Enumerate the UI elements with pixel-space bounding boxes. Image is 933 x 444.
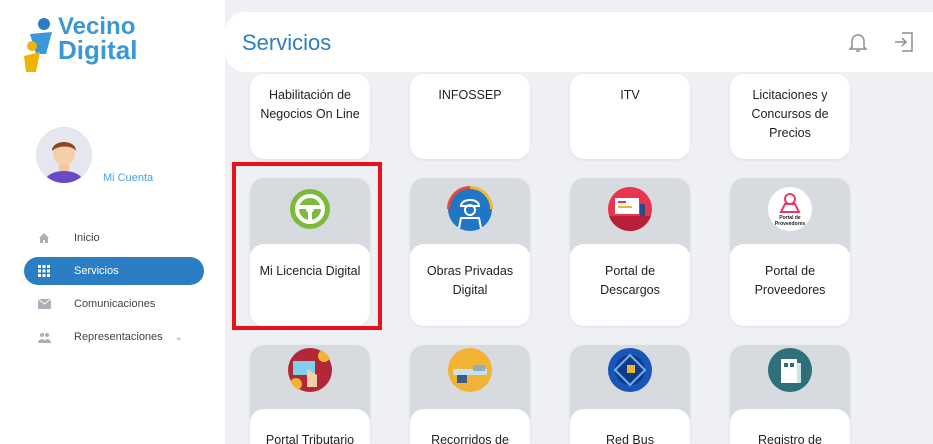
card-label-area: Obras Privadas Digital — [410, 244, 530, 326]
sidebar: Vecino Digital Mi Cuenta Inicio Servicio… — [0, 0, 225, 444]
tax-coins-icon — [288, 348, 332, 392]
service-card-habilitacion[interactable]: Habilitación de Negocios On Line — [250, 74, 370, 159]
card-label-area: Red Bus — [570, 409, 690, 444]
card-label-area: Registro de — [730, 409, 850, 444]
sidebar-item-representaciones[interactable]: Representaciones ⌄ — [24, 323, 204, 351]
service-card-label: Licitaciones y Concursos de Precios — [751, 88, 829, 140]
sidebar-item-label: Representaciones — [74, 331, 163, 343]
logo-figures-icon — [24, 18, 52, 72]
avatar[interactable] — [36, 127, 92, 183]
service-card-label: Portal de Proveedores — [754, 264, 826, 297]
user-avatar-icon — [36, 127, 92, 183]
service-card-infossep[interactable]: INFOSSEP — [410, 74, 530, 159]
worker-icon — [447, 186, 493, 231]
service-card-recorridos[interactable]: Recorridos de — [410, 345, 530, 444]
card-label-area: Portal Tributario — [250, 409, 370, 444]
svg-text:Proveedores: Proveedores — [775, 221, 806, 227]
grid-icon — [37, 264, 51, 278]
service-card-portal-proveedores[interactable]: Portal de Proveedores Portal de Proveedo… — [730, 178, 850, 326]
service-card-label: Recorridos de — [431, 433, 509, 444]
service-card-label: Obras Privadas Digital — [426, 264, 514, 297]
service-card-label: Portal de Descargos — [600, 264, 660, 297]
service-card-obras-privadas[interactable]: Obras Privadas Digital — [410, 178, 530, 326]
building-icon — [768, 348, 812, 392]
sidebar-item-label: Servicios — [74, 265, 119, 277]
service-card-itv[interactable]: ITV — [570, 74, 690, 159]
chevron-down-icon[interactable]: ⌄ — [175, 332, 183, 343]
presentation-icon — [608, 187, 652, 232]
service-card-label: Registro de — [758, 433, 822, 444]
mi-cuenta-link[interactable]: Mi Cuenta — [103, 172, 153, 184]
red-bus-icon — [608, 348, 652, 392]
page-title: Servicios — [242, 30, 332, 55]
service-card-label: Portal Tributario — [265, 433, 355, 444]
service-card-label: Red Bus — [606, 433, 654, 444]
logout-icon[interactable] — [892, 30, 916, 54]
home-icon — [37, 231, 51, 245]
logo-text-digital: Digital — [58, 35, 138, 65]
sidebar-item-servicios[interactable]: Servicios — [24, 257, 204, 285]
card-label-area: Portal de Proveedores — [730, 244, 850, 326]
bell-icon[interactable] — [846, 30, 870, 54]
sidebar-item-comunicaciones[interactable]: Comunicaciones — [24, 290, 204, 318]
highlight-box — [232, 162, 382, 330]
card-label-area: Recorridos de — [410, 409, 530, 444]
service-card-registro[interactable]: Registro de — [730, 345, 850, 444]
sidebar-item-inicio[interactable]: Inicio — [24, 224, 204, 252]
service-card-label: INFOSSEP — [438, 88, 502, 102]
service-card-licitaciones[interactable]: Licitaciones y Concursos de Precios — [730, 74, 850, 159]
card-image — [410, 178, 530, 253]
mail-icon — [37, 297, 51, 311]
service-card-red-bus[interactable]: Red Bus — [570, 345, 690, 444]
sidebar-item-label: Comunicaciones — [74, 298, 156, 310]
bus-route-icon — [448, 348, 492, 392]
card-image: Portal de Proveedores — [730, 178, 850, 253]
card-image — [570, 178, 690, 253]
people-icon — [37, 330, 51, 344]
service-card-label: Habilitación de Negocios On Line — [260, 88, 360, 121]
service-card-label: ITV — [620, 88, 640, 102]
card-label-area: Portal de Descargos — [570, 244, 690, 326]
sidebar-item-label: Inicio — [74, 232, 100, 244]
service-card-portal-descargos[interactable]: Portal de Descargos — [570, 178, 690, 326]
service-card-portal-tributario[interactable]: Portal Tributario — [250, 345, 370, 444]
providers-logo-icon: Portal de Proveedores — [768, 187, 812, 231]
page-header: Servicios — [225, 12, 933, 72]
